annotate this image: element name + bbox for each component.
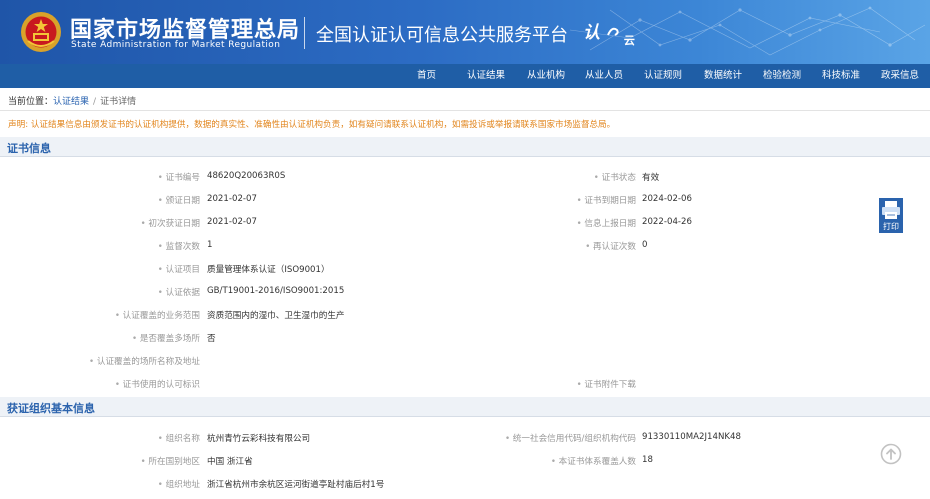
cert-project-label: 认证项目 (158, 263, 200, 275)
report-date-value: 2022-04-26 (642, 217, 692, 227)
multi-site-value: 否 (207, 334, 216, 344)
org-row-3: 组织地址 浙江省杭州市余杭区运河街道亭趾村庙后村1号 (0, 478, 930, 496)
issue-date-label: 颁证日期 (158, 194, 200, 206)
report-date-label: 信息上报日期 (577, 217, 636, 229)
main-nav: 首页 认证结果 从业机构 从业人员 认证规则 数据统计 检验检测 科技标准 政采… (0, 64, 930, 88)
national-emblem-icon (21, 12, 61, 52)
platform-title: 全国认证认可信息公共服务平台 (316, 25, 568, 46)
disclaimer-notice: 声明: 认证结果信息由颁发证书的认证机构提供，数据的真实性、准确性由认证机构负责… (8, 120, 616, 130)
cert-section-header: 证书信息 (0, 137, 930, 157)
cert-row-3: 初次获证日期 2021-02-07 信息上报日期 2022-04-26 (0, 217, 930, 235)
org-section-title: 获证组织基本信息 (7, 402, 95, 415)
nav-item-inspection[interactable]: 检验检测 (763, 64, 801, 88)
cert-row-9: 认证覆盖的场所名称及地址 (0, 355, 930, 373)
print-button[interactable]: 打印 (879, 198, 903, 234)
cert-row-2: 颁证日期 2021-02-07 证书到期日期 2024-02-06 (0, 194, 930, 212)
nav-item-cert-results[interactable]: 认证结果 (467, 64, 505, 88)
nav-item-standards[interactable]: 科技标准 (822, 64, 860, 88)
site-header: 国家市场监督管理总局 State Administration for Mark… (0, 0, 930, 64)
recert-count-value: 0 (642, 240, 648, 250)
cert-row-7: 认证覆盖的业务范围 资质范围内的湿巾、卫生湿巾的生产 (0, 309, 930, 327)
breadcrumb-separator: / (93, 97, 97, 107)
org-address-value: 浙江省杭州市余杭区运河街道亭趾村庙后村1号 (207, 480, 385, 490)
nav-item-institutions[interactable]: 从业机构 (527, 64, 565, 88)
org-address-label: 组织地址 (158, 478, 200, 490)
org-name-value: 杭州青竹云彩科技有限公司 (207, 434, 311, 444)
supervision-count-value: 1 (207, 240, 213, 250)
cert-row-5: 认证项目 质量管理体系认证（ISO9001） (0, 263, 930, 281)
cert-project-value: 质量管理体系认证（ISO9001） (207, 265, 330, 275)
breadcrumb-prefix: 当前位置： (8, 97, 54, 107)
renyun-logo: 认 云 (583, 18, 637, 47)
breadcrumb: 当前位置：认证结果 / 证书详情 (8, 94, 136, 107)
org-name-label: 组织名称 (158, 432, 200, 444)
breadcrumb-current: 证书详情 (100, 97, 137, 107)
cert-status-value: 有效 (642, 173, 660, 183)
renyun-logo-sub: 云 (623, 34, 635, 47)
print-label: 打印 (879, 221, 903, 233)
issue-date-value: 2021-02-07 (207, 194, 257, 204)
cert-row-8: 是否覆盖多场所 否 (0, 332, 930, 350)
multi-site-label: 是否覆盖多场所 (132, 332, 200, 344)
org-row-2: 所在国别地区 中国 浙江省 本证书体系覆盖人数 18 (0, 455, 930, 473)
cert-scope-value: 资质范围内的湿巾、卫生湿巾的生产 (207, 311, 345, 321)
cert-no-label: 证书编号 (158, 171, 200, 183)
cert-basis-label: 认证依据 (158, 286, 200, 298)
first-date-label: 初次获证日期 (141, 217, 200, 229)
nav-item-procurement[interactable]: 政采信息 (881, 64, 919, 88)
headcount-value: 18 (642, 455, 653, 465)
site-address-label: 认证覆盖的场所名称及地址 (89, 355, 200, 367)
printer-icon (879, 198, 903, 221)
headcount-label: 本证书体系覆盖人数 (551, 455, 636, 467)
accreditation-mark-label: 证书使用的认可标识 (115, 378, 200, 390)
back-to-top-icon[interactable] (880, 443, 902, 465)
org-section-header: 获证组织基本信息 (0, 397, 930, 417)
renyun-logo-main: 认 (583, 23, 600, 43)
nav-item-cert-rules[interactable]: 认证规则 (644, 64, 682, 88)
cert-row-4: 监督次数 1 再认证次数 0 (0, 240, 930, 258)
cert-no-value: 48620Q20063R0S (207, 171, 286, 181)
org-row-1: 组织名称 杭州青竹云彩科技有限公司 统一社会信用代码/组织机构代码 913301… (0, 432, 930, 450)
recert-count-label: 再认证次数 (585, 240, 636, 252)
breadcrumb-divider (0, 110, 930, 111)
renyun-logo-swirl-icon (607, 27, 619, 36)
first-date-value: 2021-02-07 (207, 217, 257, 227)
cert-row-1: 证书编号 48620Q20063R0S 证书状态 有效 (0, 171, 930, 189)
cert-section-title: 证书信息 (7, 142, 51, 155)
cert-basis-value: GB/T19001-2016/ISO9001:2015 (207, 286, 345, 296)
org-name-en: State Administration for Market Regulati… (71, 40, 281, 50)
cert-attachment-label: 证书附件下载 (577, 378, 636, 390)
credit-code-value: 91330110MA2J14NK48 (642, 432, 741, 442)
nav-item-practitioners[interactable]: 从业人员 (585, 64, 623, 88)
header-divider (304, 17, 305, 49)
expire-date-label: 证书到期日期 (577, 194, 636, 206)
region-value: 中国 浙江省 (207, 457, 253, 467)
expire-date-value: 2024-02-06 (642, 194, 692, 204)
cert-row-10: 证书使用的认可标识 证书附件下载 (0, 378, 930, 396)
supervision-count-label: 监督次数 (158, 240, 200, 252)
credit-code-label: 统一社会信用代码/组织机构代码 (505, 432, 636, 444)
cert-scope-label: 认证覆盖的业务范围 (115, 309, 200, 321)
cert-row-6: 认证依据 GB/T19001-2016/ISO9001:2015 (0, 286, 930, 304)
breadcrumb-link-cert-results[interactable]: 认证结果 (53, 97, 89, 107)
cert-status-label: 证书状态 (594, 171, 636, 183)
nav-item-statistics[interactable]: 数据统计 (704, 64, 742, 88)
region-label: 所在国别地区 (141, 455, 200, 467)
nav-item-home[interactable]: 首页 (417, 64, 436, 88)
